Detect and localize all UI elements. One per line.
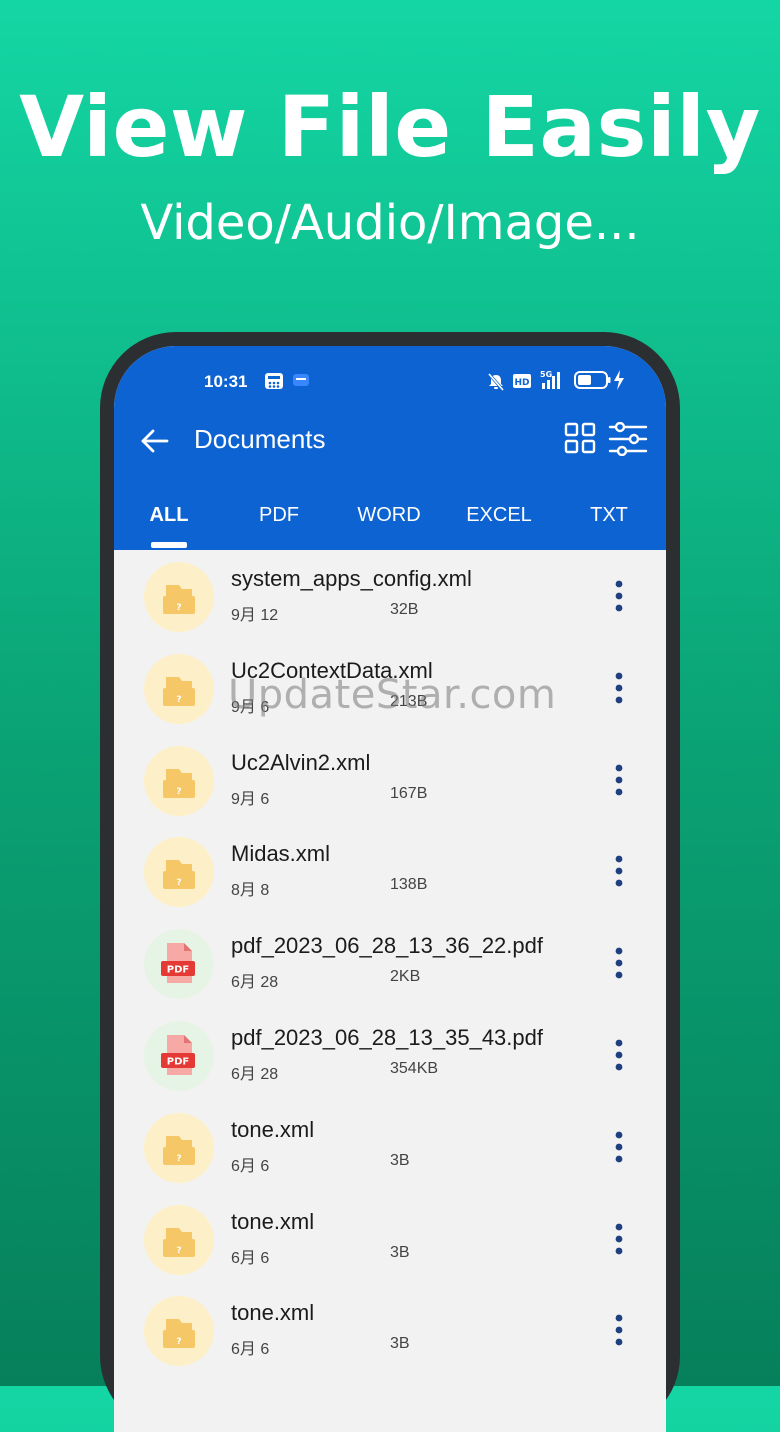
file-date: 6月 6 (231, 1249, 270, 1267)
more-vert-icon[interactable] (609, 1037, 629, 1073)
promo-subline: Video/Audio/Image... (140, 195, 640, 251)
battery-icon (574, 371, 611, 389)
file-date: 6月 6 (231, 1157, 270, 1175)
svg-text:?: ? (176, 695, 181, 705)
more-vert-icon[interactable] (609, 945, 629, 981)
more-vert-icon[interactable] (609, 762, 629, 798)
file-type-badge: PDF (144, 1021, 214, 1091)
file-type-badge: ? (144, 1296, 214, 1367)
more-vert-icon[interactable] (609, 1312, 629, 1348)
file-type-badge: ? (144, 837, 214, 908)
file-row[interactable]: ? Uc2Alvin2.xml 9月 6 167B (114, 734, 666, 826)
file-row[interactable]: ? tone.xml 6月 6 3B (114, 1284, 666, 1376)
more-vert-icon[interactable] (609, 1221, 629, 1257)
file-name: tone.xml (231, 1300, 315, 1326)
file-size: 3B (390, 1243, 410, 1261)
back-arrow-icon[interactable] (138, 424, 172, 458)
file-name: Midas.xml (231, 841, 331, 867)
tab-bar: ALL PDF WORD EXCEL TXT (114, 496, 666, 550)
file-row[interactable]: PDF pdf_2023_06_28_13_35_43.pdf 6月 28 35… (114, 1009, 666, 1101)
unknown-file-icon: ? (163, 860, 195, 890)
watermark: UpdateStar.com (228, 672, 557, 718)
file-date: 6月 6 (231, 1341, 270, 1359)
pdf-file-icon: PDF (161, 943, 195, 984)
svg-text:PDF: PDF (167, 1057, 189, 1068)
file-type-badge: ? (144, 745, 214, 816)
file-size: 354KB (390, 1060, 439, 1077)
file-size: 3B (390, 1151, 410, 1169)
tab-excel[interactable]: EXCEL (444, 504, 554, 527)
promo-headline: View File Easily (19, 78, 761, 176)
svg-text:?: ? (176, 1337, 181, 1347)
svg-text:?: ? (176, 603, 181, 613)
file-size: 3B (390, 1335, 410, 1353)
more-vert-icon[interactable] (609, 670, 629, 706)
svg-text:?: ? (176, 878, 181, 888)
tab-txt[interactable]: TXT (554, 504, 664, 527)
file-size: 32B (390, 601, 419, 618)
unknown-file-icon: ? (163, 1319, 195, 1349)
file-type-badge: ? (144, 562, 214, 632)
tab-all[interactable]: ALL (114, 504, 224, 527)
app-bar: 10:31 HD 5G Documents ALL PDF WORD EXCEL… (114, 346, 666, 550)
file-type-badge: PDF (144, 929, 214, 1000)
file-name: pdf_2023_06_28_13_36_22.pdf (231, 933, 543, 959)
more-vert-icon[interactable] (609, 853, 629, 889)
phone-screen: 10:31 HD 5G Documents ALL PDF WORD EXCEL… (114, 346, 666, 1432)
filter-sliders-icon[interactable] (608, 422, 648, 456)
tab-indicator (151, 542, 187, 548)
svg-text:?: ? (176, 1154, 181, 1164)
unknown-file-icon: ? (163, 1227, 195, 1257)
zhihu-icon (293, 374, 309, 386)
tab-pdf[interactable]: PDF (224, 504, 334, 527)
file-type-badge: ? (144, 1204, 214, 1275)
file-row[interactable]: ? tone.xml 6月 6 3B (114, 1193, 666, 1285)
file-name: system_apps_config.xml (231, 566, 472, 591)
unknown-file-icon: ? (163, 676, 195, 706)
unknown-file-icon: ? (163, 1135, 195, 1165)
more-vert-icon[interactable] (609, 578, 629, 614)
status-bar: 10:31 HD 5G (114, 366, 666, 396)
unknown-file-icon: ? (163, 585, 195, 614)
file-date: 8月 8 (231, 882, 270, 900)
svg-text:PDF: PDF (167, 965, 189, 976)
tab-word[interactable]: WORD (334, 504, 444, 527)
grid-view-icon[interactable] (564, 422, 596, 454)
svg-text:5G: 5G (540, 370, 552, 379)
file-type-badge: ? (144, 653, 214, 724)
svg-text:HD: HD (514, 378, 529, 388)
file-date: 6月 28 (231, 1066, 279, 1083)
pdf-file-icon: PDF (161, 1035, 195, 1075)
more-vert-icon[interactable] (609, 1129, 629, 1165)
file-size: 167B (390, 784, 428, 802)
file-name: tone.xml (231, 1116, 315, 1142)
toolbar-title: Documents (194, 424, 326, 454)
file-date: 9月 6 (231, 790, 270, 808)
svg-text:?: ? (176, 1246, 181, 1256)
status-time: 10:31 (204, 372, 248, 391)
unknown-file-icon: ? (163, 768, 195, 798)
hd-icon: HD (513, 374, 531, 388)
phone-frame: 10:31 HD 5G Documents ALL PDF WORD EXCEL… (100, 332, 680, 1432)
file-row[interactable]: PDF pdf_2023_06_28_13_36_22.pdf 6月 28 2K… (114, 917, 666, 1009)
calculator-icon (265, 373, 283, 389)
charging-icon (614, 370, 624, 390)
file-name: tone.xml (231, 1208, 315, 1234)
file-name: Uc2Alvin2.xml (231, 749, 371, 775)
svg-text:?: ? (176, 787, 181, 797)
file-size: 2KB (390, 968, 421, 986)
file-type-badge: ? (144, 1112, 214, 1183)
file-size: 138B (390, 876, 428, 894)
file-date: 9月 12 (231, 607, 279, 624)
file-row[interactable]: ? tone.xml 6月 6 3B (114, 1101, 666, 1193)
5g-signal-icon: 5G (540, 370, 560, 389)
file-row[interactable]: ? Midas.xml 8月 8 138B (114, 825, 666, 917)
file-date: 6月 28 (231, 974, 279, 992)
file-name: pdf_2023_06_28_13_35_43.pdf (231, 1025, 543, 1050)
file-row[interactable]: ? system_apps_config.xml 9月 12 32B (114, 550, 666, 642)
mute-icon (487, 373, 505, 391)
